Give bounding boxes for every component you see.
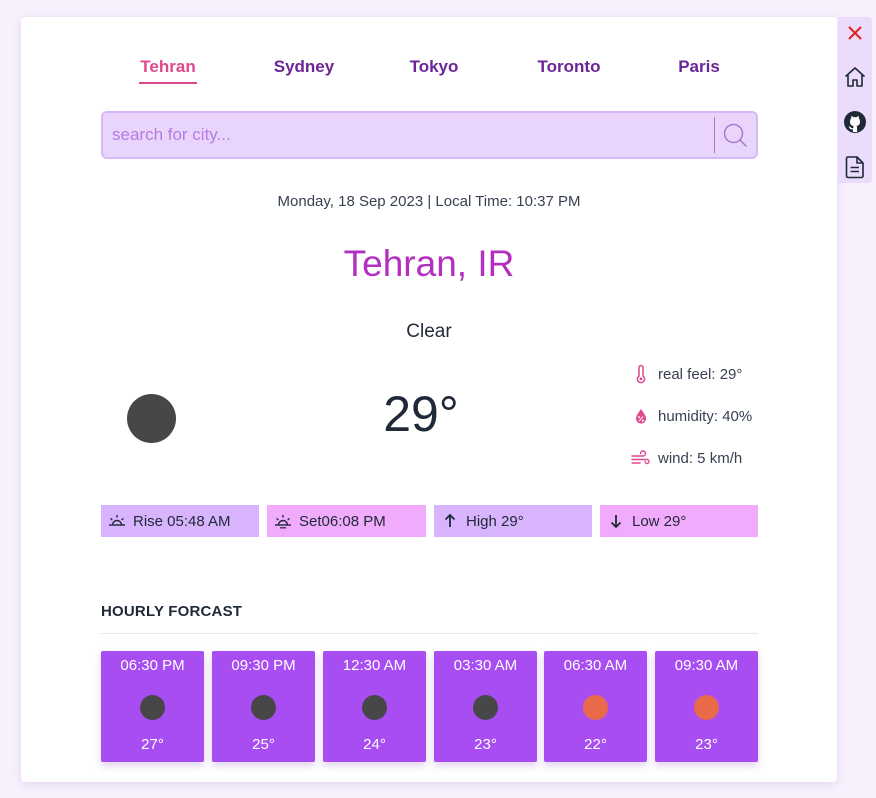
- hourly-card: 09:30 AM 23°: [655, 651, 758, 762]
- close-button[interactable]: [843, 21, 867, 45]
- humidity-text: humidity: 40%: [658, 407, 753, 425]
- home-button[interactable]: [843, 65, 867, 89]
- moon-icon: [362, 695, 387, 720]
- weather-condition: Clear: [406, 321, 452, 342]
- hourly-time: 06:30 PM: [120, 657, 185, 674]
- hourly-temp: 23°: [695, 736, 718, 753]
- humidity-row: humidity: 40%: [631, 404, 752, 428]
- city-name: Tehran, IR: [343, 243, 515, 284]
- active-tab-underline: [139, 82, 197, 84]
- real-feel-text: real feel: 29°: [658, 365, 743, 383]
- moon-icon: [127, 394, 176, 443]
- wind-text: wind: 5 km/h: [658, 449, 743, 467]
- tab-label: Tokyo: [409, 57, 459, 76]
- hourly-temp: 22°: [584, 736, 607, 753]
- wind-row: wind: 5 km/h: [631, 446, 742, 470]
- github-button[interactable]: [843, 110, 867, 134]
- city-tabs: Tehran Sydney Tokyo Toronto Paris: [21, 57, 837, 87]
- high-temp-pill: High 29°: [434, 505, 592, 537]
- hourly-card: 06:30 AM 22°: [544, 651, 647, 762]
- sun-icon: [583, 695, 608, 720]
- sunset-pill: Set06:08 PM: [267, 505, 426, 537]
- tab-label: Toronto: [537, 57, 601, 76]
- sunrise-text: Rise 05:48 AM: [133, 512, 231, 530]
- tab-label: Sydney: [273, 57, 335, 76]
- search-icon: [723, 123, 747, 147]
- tab-tehran[interactable]: Tehran: [139, 57, 197, 84]
- home-icon: [844, 67, 866, 87]
- hourly-time: 06:30 AM: [563, 657, 628, 674]
- document-icon: [845, 156, 864, 179]
- search-button[interactable]: [721, 121, 749, 149]
- humidity-icon: [631, 406, 651, 426]
- tab-tokyo[interactable]: Tokyo: [407, 57, 461, 77]
- side-toolbar: [838, 17, 872, 183]
- sunset-icon: [273, 511, 293, 531]
- weather-card: Tehran Sydney Tokyo Toronto Paris Monday…: [21, 17, 837, 782]
- search-input[interactable]: [103, 113, 712, 157]
- close-icon: [848, 26, 862, 40]
- hourly-card: 03:30 AM 23°: [434, 651, 537, 762]
- hourly-divider: [101, 633, 758, 634]
- hourly-forecast-title: HOURLY FORCAST: [101, 603, 243, 620]
- hourly-time: 09:30 AM: [674, 657, 739, 674]
- low-temp-text: Low 29°: [632, 512, 687, 530]
- sunrise-icon: [107, 511, 127, 531]
- sunrise-pill: Rise 05:48 AM: [101, 505, 259, 537]
- tab-label: Tehran: [140, 57, 196, 76]
- hourly-temp: 25°: [252, 736, 275, 753]
- hourly-time: 09:30 PM: [231, 657, 296, 674]
- moon-icon: [473, 695, 498, 720]
- hourly-temp: 27°: [141, 736, 164, 753]
- arrow-up-icon: [440, 511, 460, 531]
- high-temp-text: High 29°: [466, 512, 524, 530]
- tab-label: Paris: [678, 57, 720, 76]
- current-temperature: 29°: [383, 386, 459, 442]
- low-temp-pill: Low 29°: [600, 505, 758, 537]
- arrow-down-icon: [606, 511, 626, 531]
- tab-toronto[interactable]: Toronto: [533, 57, 605, 77]
- moon-icon: [140, 695, 165, 720]
- search-bar: [101, 111, 758, 159]
- github-icon: [844, 111, 866, 133]
- document-button[interactable]: [843, 155, 867, 179]
- sun-icon: [694, 695, 719, 720]
- real-feel-row: real feel: 29°: [631, 362, 742, 386]
- tab-paris[interactable]: Paris: [675, 57, 723, 77]
- hourly-time: 12:30 AM: [342, 657, 407, 674]
- thermometer-icon: [631, 364, 651, 384]
- local-datetime: Monday, 18 Sep 2023 | Local Time: 10:37 …: [277, 193, 581, 210]
- hourly-card: 12:30 AM 24°: [323, 651, 426, 762]
- wind-icon: [631, 448, 651, 468]
- hourly-card: 06:30 PM 27°: [101, 651, 204, 762]
- hourly-card: 09:30 PM 25°: [212, 651, 315, 762]
- moon-icon: [251, 695, 276, 720]
- hourly-temp: 24°: [363, 736, 386, 753]
- tab-sydney[interactable]: Sydney: [271, 57, 337, 77]
- hourly-time: 03:30 AM: [453, 657, 518, 674]
- hourly-temp: 23°: [474, 736, 497, 753]
- sunset-text: Set06:08 PM: [299, 512, 386, 530]
- search-divider: [714, 117, 715, 153]
